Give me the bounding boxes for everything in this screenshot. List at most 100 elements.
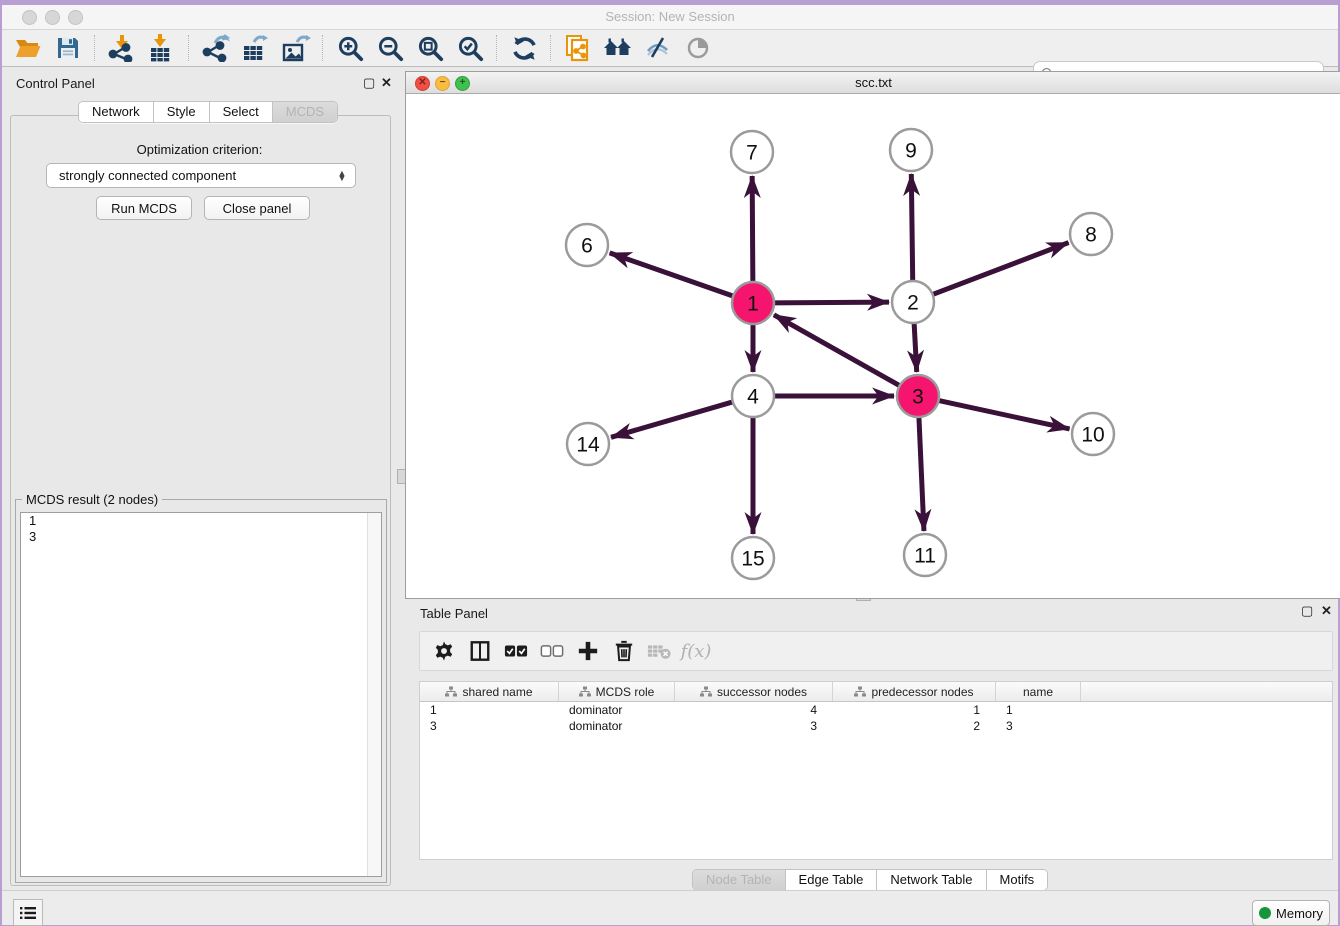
zoom-out-icon[interactable] bbox=[373, 33, 407, 63]
graph-node-label: 15 bbox=[741, 548, 764, 571]
cell-predecessor-nodes[interactable]: 1 bbox=[833, 702, 996, 718]
graph-edge-1-6[interactable] bbox=[610, 253, 735, 297]
first-neighbors-icon[interactable] bbox=[601, 33, 635, 63]
graph-node-label: 6 bbox=[581, 235, 593, 258]
tab-motifs[interactable]: Motifs bbox=[987, 870, 1048, 890]
network-title: scc.txt bbox=[406, 75, 1340, 90]
export-image-icon[interactable] bbox=[279, 33, 313, 63]
import-table-icon[interactable] bbox=[145, 33, 179, 63]
zoom-selected-icon[interactable] bbox=[453, 33, 487, 63]
tab-edge-table[interactable]: Edge Table bbox=[786, 870, 878, 890]
export-network-icon[interactable] bbox=[199, 33, 233, 63]
graph-node-label: 3 bbox=[912, 386, 924, 409]
hierarchy-icon bbox=[700, 686, 712, 697]
graph-node-label: 11 bbox=[914, 545, 936, 568]
column-label: name bbox=[1023, 685, 1053, 699]
column-header-predecessor-nodes[interactable]: predecessor nodes bbox=[833, 682, 996, 701]
close-panel-button[interactable]: Close panel bbox=[204, 196, 310, 220]
hierarchy-icon bbox=[854, 686, 866, 697]
mcds-result-group: MCDS result (2 nodes) 1 3 bbox=[15, 499, 387, 883]
result-list-scrollbar[interactable] bbox=[367, 513, 381, 876]
open-session-icon[interactable] bbox=[11, 33, 45, 63]
column-header-shared-name[interactable]: shared name bbox=[420, 682, 559, 701]
save-session-icon[interactable] bbox=[51, 33, 85, 63]
cell-successor-nodes[interactable]: 4 bbox=[675, 702, 833, 718]
column-header-mcds-role[interactable]: MCDS role bbox=[559, 682, 675, 701]
cell-predecessor-nodes[interactable]: 2 bbox=[833, 718, 996, 734]
zoom-fit-icon[interactable] bbox=[413, 33, 447, 63]
criterion-dropdown[interactable]: strongly connected component ▲▼ bbox=[46, 163, 356, 188]
criterion-value: strongly connected component bbox=[47, 168, 333, 183]
cell-shared-name[interactable]: 3 bbox=[420, 718, 559, 734]
tab-node-table[interactable]: Node Table bbox=[693, 870, 786, 890]
mcds-result-title: MCDS result (2 nodes) bbox=[22, 492, 162, 507]
optimization-criterion-label: Optimization criterion: bbox=[2, 142, 397, 157]
run-mcds-button[interactable]: Run MCDS bbox=[96, 196, 192, 220]
cell-name[interactable]: 3 bbox=[996, 718, 1081, 734]
column-header-successor-nodes[interactable]: successor nodes bbox=[675, 682, 833, 701]
control-panel-title: Control Panel bbox=[16, 76, 95, 91]
mcds-result-item[interactable]: 1 bbox=[21, 513, 381, 529]
zoom-in-icon[interactable] bbox=[333, 33, 367, 63]
select-all-rows-icon[interactable] bbox=[500, 636, 532, 666]
network-canvas[interactable]: 7968124314101511 bbox=[406, 94, 1340, 598]
table-settings-gear-icon[interactable] bbox=[428, 636, 460, 666]
cell-mcds-role[interactable]: dominator bbox=[559, 718, 675, 734]
graph-edge-3-10[interactable] bbox=[937, 400, 1070, 429]
column-header-name[interactable]: name bbox=[996, 682, 1081, 701]
graph-node-label: 8 bbox=[1085, 224, 1097, 247]
mcds-result-item[interactable]: 3 bbox=[21, 529, 381, 545]
cell-name[interactable]: 1 bbox=[996, 702, 1081, 718]
control-panel-close-icon[interactable]: ✕ bbox=[381, 75, 392, 91]
tab-mcds[interactable]: MCDS bbox=[273, 102, 337, 122]
deselect-all-rows-icon[interactable] bbox=[536, 636, 568, 666]
table-panel-float-icon[interactable]: ▢ bbox=[1301, 603, 1313, 619]
cell-successor-nodes[interactable]: 3 bbox=[675, 718, 833, 734]
table-panel-title: Table Panel bbox=[420, 606, 488, 621]
import-network-icon[interactable] bbox=[105, 33, 139, 63]
toolbar-separator bbox=[322, 35, 324, 61]
graph-node-label: 7 bbox=[746, 142, 758, 165]
graph-edge-4-14[interactable] bbox=[611, 401, 735, 437]
toolbar-separator bbox=[188, 35, 190, 61]
table-row[interactable]: 1 dominator 4 1 1 bbox=[420, 702, 1332, 718]
graph-edge-1-2[interactable] bbox=[772, 302, 889, 303]
toolbar-separator bbox=[496, 35, 498, 61]
table-toolbar: f(x) bbox=[419, 631, 1333, 671]
task-history-button[interactable] bbox=[13, 899, 43, 926]
cell-mcds-role[interactable]: dominator bbox=[559, 702, 675, 718]
graph-edge-1-7[interactable] bbox=[752, 176, 753, 284]
mcds-result-list[interactable]: 1 3 bbox=[20, 512, 382, 877]
hide-selected-icon[interactable] bbox=[641, 33, 675, 63]
graph-edge-3-11[interactable] bbox=[919, 415, 924, 531]
tab-network[interactable]: Network bbox=[79, 102, 154, 122]
cell-shared-name[interactable]: 1 bbox=[420, 702, 559, 718]
table-row[interactable]: 3 dominator 3 2 3 bbox=[420, 718, 1332, 734]
tab-select[interactable]: Select bbox=[210, 102, 273, 122]
show-columns-icon[interactable] bbox=[464, 636, 496, 666]
apply-layout-icon[interactable] bbox=[507, 33, 541, 63]
tab-style[interactable]: Style bbox=[154, 102, 210, 122]
hierarchy-icon bbox=[579, 686, 591, 697]
graph-edge-2-8[interactable] bbox=[931, 243, 1069, 296]
export-table-icon[interactable] bbox=[239, 33, 273, 63]
network-window-titlebar[interactable]: ✕ − + scc.txt bbox=[406, 72, 1340, 94]
network-graph[interactable]: 7968124314101511 bbox=[406, 94, 1339, 597]
table-panel-close-icon[interactable]: ✕ bbox=[1321, 603, 1332, 619]
cell-filler bbox=[1081, 702, 1332, 718]
column-label: successor nodes bbox=[717, 685, 807, 699]
delete-column-trash-icon[interactable] bbox=[608, 636, 640, 666]
graph-node-label: 9 bbox=[905, 140, 917, 163]
add-column-icon[interactable] bbox=[572, 636, 604, 666]
network-view-window: ✕ − + scc.txt 7968124314101511 bbox=[405, 71, 1340, 599]
graph-edge-2-3[interactable] bbox=[914, 321, 917, 372]
show-all-icon[interactable] bbox=[681, 33, 715, 63]
clone-network-icon[interactable] bbox=[561, 33, 595, 63]
tab-network-table[interactable]: Network Table bbox=[877, 870, 986, 890]
hierarchy-icon bbox=[445, 686, 457, 697]
graph-node-label: 2 bbox=[907, 292, 919, 315]
graph-edge-2-9[interactable] bbox=[911, 174, 912, 283]
memory-button[interactable]: Memory bbox=[1252, 900, 1330, 926]
control-panel-float-icon[interactable]: ▢ bbox=[363, 75, 375, 91]
graph-edge-3-1[interactable] bbox=[774, 315, 902, 387]
